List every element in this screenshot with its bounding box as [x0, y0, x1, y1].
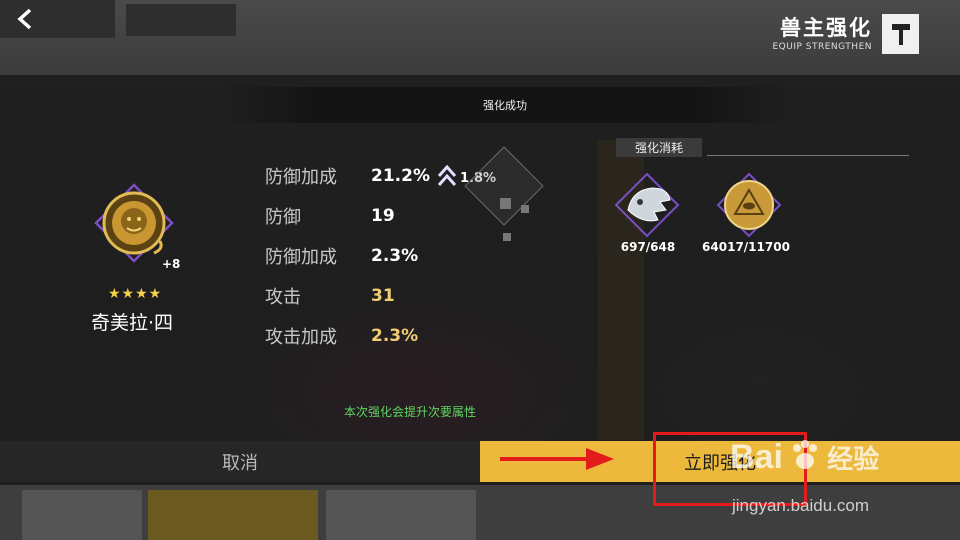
page-subtitle: EQUIP STRENGTHEN	[772, 42, 872, 52]
stat-label: 防御	[265, 207, 301, 228]
beast-material-icon	[614, 172, 680, 238]
modal-overlay	[0, 75, 960, 485]
baidu-watermark: Bai 经验 jingyan.baidu.com	[730, 438, 950, 528]
watermark-brand-cn: 经验	[827, 445, 880, 475]
stat-label: 攻击加成	[265, 327, 337, 348]
back-button[interactable]	[0, 0, 115, 38]
stat-row: 防御加成 21.2%	[265, 163, 430, 189]
stat-row: 攻击 31	[265, 283, 395, 309]
hammer-icon	[891, 24, 910, 45]
chevron-left-icon	[17, 8, 32, 30]
stat-up-arrow-icon	[437, 164, 457, 186]
stat-label: 攻击	[265, 287, 301, 308]
decor-square	[503, 233, 511, 241]
stat-value: 21.2%	[371, 166, 430, 186]
top-slot[interactable]	[126, 4, 236, 36]
red-arrow-annotation	[500, 448, 614, 470]
page-title: 兽主强化	[780, 16, 872, 40]
paw-icon	[793, 440, 818, 469]
watermark-url: jingyan.baidu.com	[732, 496, 870, 515]
item-level: +8	[162, 257, 181, 271]
stat-row: 防御加成 2.3%	[265, 243, 418, 269]
stat-row: 攻击加成 2.3%	[265, 323, 418, 349]
stat-label: 防御加成	[265, 247, 337, 268]
hint-text: 本次强化会提升次要属性	[343, 405, 476, 419]
gold-coin-icon	[716, 172, 782, 238]
cost-divider	[707, 155, 909, 156]
modal-title: 强化成功	[215, 87, 795, 123]
stat-row: 防御 19	[265, 203, 395, 229]
decor-square	[500, 198, 511, 209]
item-name: 奇美拉·四	[91, 312, 174, 334]
bottom-tab[interactable]	[22, 490, 142, 540]
watermark-brand: Bai	[730, 438, 783, 476]
stat-value: 2.3%	[371, 246, 419, 266]
cost-title: 强化消耗	[616, 138, 702, 157]
stat-label: 防御加成	[265, 167, 337, 188]
beast-emblem-icon	[94, 183, 174, 263]
item-stars: ★★★★	[108, 286, 163, 302]
strengthen-tool-button[interactable]	[882, 14, 919, 54]
decor-square	[521, 205, 529, 213]
cost-count: 64017/11700	[702, 240, 790, 254]
bottom-tab[interactable]	[326, 490, 476, 540]
stat-value: 2.3%	[371, 326, 419, 346]
cost-count: 697/648	[620, 240, 676, 254]
stat-value: 19	[371, 206, 395, 226]
cancel-button[interactable]: 取消	[0, 441, 480, 482]
stat-value: 31	[371, 286, 395, 306]
bottom-tab-active[interactable]	[148, 490, 318, 540]
